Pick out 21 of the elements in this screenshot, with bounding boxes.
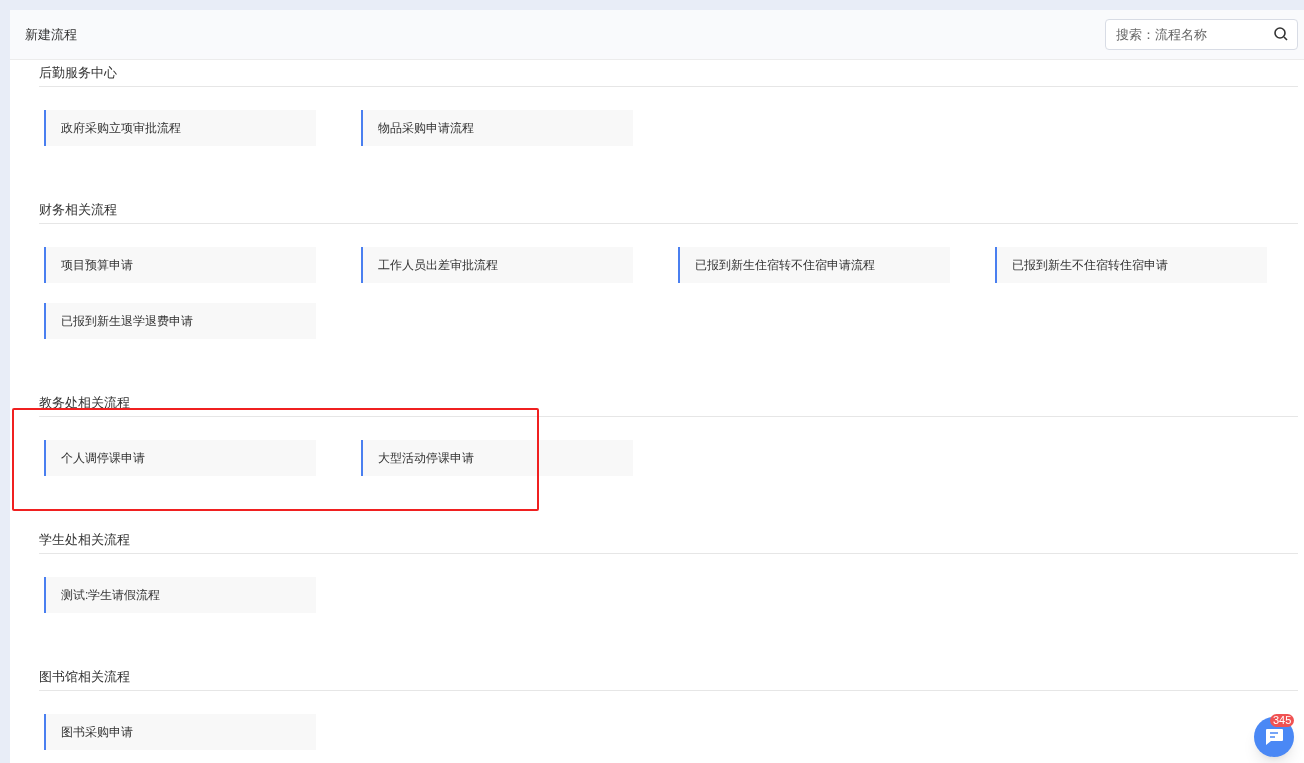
section-title: 后勤服务中心 (39, 64, 117, 83)
process-item[interactable]: 已报到新生住宿转不住宿申请流程 (678, 247, 950, 283)
notification-count: 345 (1270, 714, 1295, 727)
section-title: 财务相关流程 (39, 201, 117, 220)
page-title: 新建流程 (25, 25, 77, 44)
process-item[interactable]: 图书采购申请 (44, 714, 316, 750)
process-item[interactable]: 大型活动停课申请 (361, 440, 633, 476)
process-item[interactable]: 测试:学生请假流程 (44, 577, 316, 613)
section-title: 教务处相关流程 (39, 394, 130, 413)
process-item[interactable]: 已报到新生退学退费申请 (44, 303, 316, 339)
search-icon[interactable] (1274, 27, 1288, 41)
section-title: 学生处相关流程 (39, 531, 130, 550)
chat-bubble-icon (1264, 728, 1284, 746)
process-item[interactable]: 项目预算申请 (44, 247, 316, 283)
search-field[interactable]: 搜索：流程名称 (1105, 19, 1298, 50)
process-item[interactable]: 已报到新生不住宿转住宿申请 (995, 247, 1267, 283)
section-title: 图书馆相关流程 (39, 668, 130, 687)
process-item[interactable]: 政府采购立项审批流程 (44, 110, 316, 146)
process-item[interactable]: 个人调停课申请 (44, 440, 316, 476)
process-item[interactable]: 物品采购申请流程 (361, 110, 633, 146)
process-item[interactable]: 工作人员出差审批流程 (361, 247, 633, 283)
